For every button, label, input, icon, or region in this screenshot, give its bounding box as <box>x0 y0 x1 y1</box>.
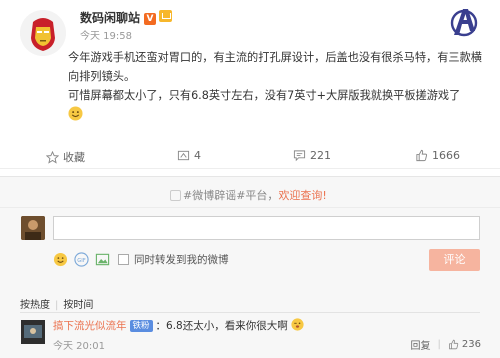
weibo-post: 数码闲聊站 V 今天 19:58 今年游戏手机还蛮对胃口的，有主流的打孔屏设计，后… <box>0 0 500 140</box>
repost-count: 4 <box>194 149 201 162</box>
user-photo-icon <box>21 216 45 240</box>
favorite-label: 收藏 <box>63 151 85 164</box>
sort-divider <box>20 312 480 313</box>
author-name-row: 数码闲聊站 V <box>80 9 173 26</box>
comment-time: 今天 20:01 <box>53 341 105 352</box>
like-button[interactable]: 1666 <box>415 149 460 162</box>
also-repost-checkbox[interactable] <box>118 253 129 265</box>
comment-action-separator: | <box>437 339 441 350</box>
comment-text: ：6.8还太小，看来你很大啊 <box>155 320 288 332</box>
iron-man-avatar-icon <box>20 10 66 56</box>
comment-text-row: 搞下流光似流年 铁粉 ：6.8还太小，看来你很大啊 <box>53 318 304 334</box>
comment-icon <box>293 150 306 162</box>
comment-sort-bar: 按热度 | 按时间 <box>20 296 93 311</box>
notice-icon <box>170 190 181 201</box>
rumor-notice-prefix[interactable]: #微博辟谣#平台， <box>183 189 278 202</box>
svg-text:GIF: GIF <box>77 257 85 263</box>
comment-tools: GIF 同时转发到我的微博 <box>53 249 229 269</box>
thumbs-up-icon <box>416 149 428 162</box>
post-action-bar: 收藏 4 221 1666 <box>0 145 500 169</box>
comment-actions: 回复 | 236 <box>411 337 481 352</box>
reply-button[interactable]: 回复 <box>411 337 431 352</box>
comment-like-button[interactable]: 236 <box>448 339 481 350</box>
sort-by-hot[interactable]: 按热度 <box>20 300 50 311</box>
rumor-notice: #微博辟谣#平台，欢迎查询! <box>183 187 327 203</box>
commenter-photo-icon <box>21 320 45 344</box>
star-icon <box>46 150 59 164</box>
sort-separator: | <box>55 300 59 311</box>
repost-icon <box>177 150 190 161</box>
sort-by-time[interactable]: 按时间 <box>63 300 93 311</box>
post-content-line2-wrap: 可惜屏幕都太小了，只有6.8英寸左右，没有7英寸+大屏版我就换平板搓游戏了 <box>68 86 486 105</box>
comment-input[interactable] <box>53 216 480 240</box>
post-content-line2: 可惜屏幕都太小了，只有6.8英寸左右，没有7英寸+大屏版我就换平板搓游戏了 <box>68 89 461 102</box>
comment-like-count: 236 <box>461 339 481 350</box>
wink-emoji-icon <box>291 318 304 331</box>
comment-item: 搞下流光似流年 铁粉 ：6.8还太小，看来你很大啊 今天 20:01 回复 | 23… <box>21 318 481 358</box>
author-name[interactable]: 数码闲聊站 <box>80 11 140 25</box>
gif-picker-icon[interactable]: GIF <box>74 251 89 267</box>
comment-button[interactable]: 221 <box>293 149 331 162</box>
post-meta: 今天 19:58 <box>80 27 132 42</box>
vip-crown-icon <box>159 10 173 22</box>
commenter-avatar[interactable] <box>21 320 45 344</box>
smile-emoji-icon <box>68 106 83 121</box>
also-repost-label[interactable]: 同时转发到我的微博 <box>134 252 229 267</box>
verified-badge-icon: V <box>144 13 157 25</box>
thumbs-up-icon <box>449 339 459 350</box>
like-count: 1666 <box>432 149 460 162</box>
emoji-picker-icon[interactable] <box>53 252 68 267</box>
repost-button[interactable]: 4 <box>177 149 201 162</box>
post-content-line1: 今年游戏手机还蛮对胃口的，有主流的打孔屏设计，后盖也没有很杀马特，有三款横向排列… <box>68 51 482 83</box>
rumor-notice-link[interactable]: 欢迎查询! <box>278 189 326 202</box>
post-content: 今年游戏手机还蛮对胃口的，有主流的打孔屏设计，后盖也没有很杀马特，有三款横向排列… <box>68 48 486 124</box>
author-avatar[interactable] <box>20 10 66 56</box>
avengers-logo-icon <box>450 9 478 37</box>
commenter-name[interactable]: 搞下流光似流年 <box>53 320 127 332</box>
my-avatar <box>21 216 45 240</box>
favorite-button[interactable]: 收藏 <box>46 149 85 165</box>
submit-comment-button[interactable]: 评论 <box>429 249 480 271</box>
emoji-row <box>68 105 486 124</box>
rumor-notice-bar: #微博辟谣#平台，欢迎查询! <box>0 180 500 208</box>
fan-badge: 铁粉 <box>129 320 153 332</box>
post-time[interactable]: 今天 19:58 <box>80 31 132 42</box>
image-picker-icon[interactable] <box>95 252 110 267</box>
comment-count: 221 <box>310 149 331 162</box>
